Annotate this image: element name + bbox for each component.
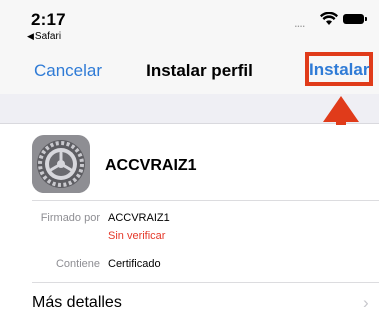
profile-header: ACCVRAIZ1	[0, 125, 379, 200]
signed-by-label: Firmado por	[40, 212, 100, 224]
back-app-label: Safari	[34, 31, 62, 42]
install-button[interactable]: Instalar	[309, 60, 369, 80]
contains-label: Contiene	[55, 258, 100, 270]
gear-icon	[32, 135, 90, 193]
divider	[32, 282, 379, 283]
battery-icon	[343, 14, 367, 24]
chevron-right-icon: ›	[363, 293, 369, 312]
navigation-bar: Cancelar Instalar perfil Instalar	[0, 46, 379, 94]
back-triangle-icon: ◀	[27, 31, 34, 41]
profile-name: ACCVRAIZ1	[105, 157, 197, 174]
status-bar: 2:17 ◀Safari ....	[0, 0, 379, 46]
more-details-row[interactable]: Más detalles ›	[0, 285, 379, 322]
signed-by-value: ACCVRAIZ1	[108, 212, 170, 224]
verification-status: Sin verificar	[108, 230, 166, 242]
wifi-icon	[320, 12, 338, 25]
signal-icon: ....	[294, 15, 305, 30]
status-time: 2:17	[31, 10, 66, 29]
back-to-app-link[interactable]: ◀Safari	[27, 31, 61, 42]
divider	[32, 200, 379, 201]
contains-value: Certificado	[108, 258, 161, 270]
more-details-label: Más detalles	[32, 294, 122, 311]
